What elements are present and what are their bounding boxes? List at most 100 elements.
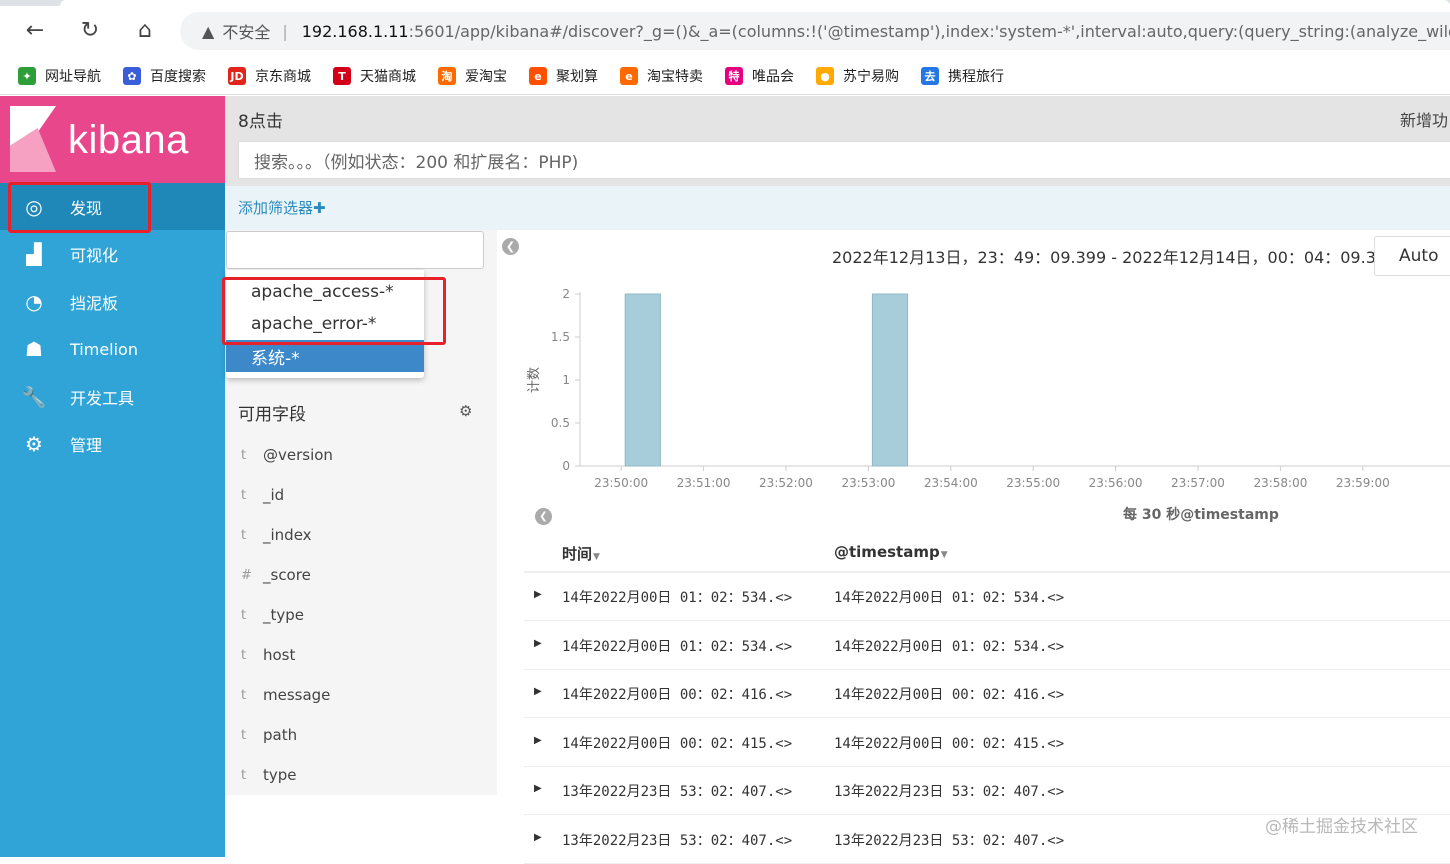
reload-icon[interactable]: ↻ xyxy=(75,15,105,45)
column-header-timestamp[interactable]: @timestamp▼ xyxy=(834,543,948,561)
field-item[interactable]: t _index xyxy=(241,525,312,545)
table-cell: 14年2022月00日 01：02：534.<> xyxy=(834,590,1065,606)
y-axis-label: 计数 xyxy=(527,367,542,393)
expand-caret-icon[interactable]: ▶ xyxy=(534,783,542,794)
field-item[interactable]: t host xyxy=(241,645,295,665)
bookmark-item[interactable]: 特唯品会 xyxy=(725,66,794,86)
taobao-sale-icon: e xyxy=(620,67,638,85)
field-name: _score xyxy=(263,566,311,584)
nav-item[interactable]: ⚙ 管理 xyxy=(0,421,225,468)
x-tick-label: 23:53:00 xyxy=(841,476,895,490)
add-filter-link[interactable]: 添加筛选器✚ xyxy=(238,197,326,218)
watermark: @稀土掘金技术社区 xyxy=(1265,817,1418,837)
field-name: _id xyxy=(263,486,285,504)
doc-table-header: 时间▼ @timestamp▼ xyxy=(524,533,1450,573)
y-tick-label: 2 xyxy=(562,287,570,301)
bookmark-item[interactable]: e 淘宝特卖 xyxy=(620,66,703,86)
table-row[interactable]: ▶ 13年2022月23日 53：02：407.<> 13年2022月23日 53：… xyxy=(524,767,1450,815)
bookmark-label: 网址导航 xyxy=(45,69,101,85)
column-header-time[interactable]: 时间▼ xyxy=(562,543,600,564)
collapse-chart-icon[interactable]: ❮ xyxy=(535,508,552,525)
address-bar[interactable]: ▲ 不安全 | 192.168.1.11:5601/app/kibana#/di… xyxy=(180,12,1450,50)
table-row[interactable]: ▶ 14年2022月00日 00：02：416.<> 14年2022月00日 00：… xyxy=(524,670,1450,718)
collapse-sidebar-icon[interactable]: ❮ xyxy=(502,238,519,255)
baidu-paw-icon: ✿ xyxy=(123,67,141,85)
kibana-logo[interactable]: kibana xyxy=(0,96,225,183)
new-button[interactable]: 新增功 xyxy=(1400,107,1448,131)
expand-caret-icon[interactable]: ▶ xyxy=(534,686,542,697)
field-item[interactable]: t message xyxy=(241,685,330,705)
bookmark-item[interactable]: e 聚划算 xyxy=(529,66,598,86)
x-tick-label: 23:55:00 xyxy=(1006,476,1060,490)
bookmark-item[interactable]: 去携程旅行 xyxy=(921,66,1004,86)
field-name: type xyxy=(263,766,297,784)
dashboard-icon: ◔ xyxy=(25,289,43,314)
back-arrow-icon[interactable]: ← xyxy=(20,15,50,45)
address-separator: | xyxy=(282,21,288,41)
bookmark-item[interactable]: ✦ 网址导航 xyxy=(18,66,101,86)
jd-icon: JD xyxy=(228,67,246,85)
expand-caret-icon[interactable]: ▶ xyxy=(534,832,542,843)
bookmark-item[interactable]: ✿ 百度搜索 xyxy=(123,66,206,86)
bookmark-item[interactable]: 淘爱淘宝 xyxy=(438,66,507,86)
browser-toolbar: ← ↻ ⌂ ▲ 不安全 | 192.168.1.11:5601/app/kiba… xyxy=(0,0,1450,58)
nav-label: Timelion xyxy=(70,339,138,359)
warning-triangle-icon: ▲ xyxy=(202,21,215,41)
histogram-bar xyxy=(624,293,661,467)
field-type-icon: t xyxy=(241,767,247,783)
field-item[interactable]: t _id xyxy=(241,485,284,505)
field-item[interactable]: t type xyxy=(241,765,297,785)
home-icon[interactable]: ⌂ xyxy=(130,15,160,45)
aitaobao-icon: 淘 xyxy=(438,67,456,85)
fields-gear-icon[interactable]: ⚙ xyxy=(459,402,472,420)
field-item[interactable]: t path xyxy=(241,725,297,745)
field-name: @version xyxy=(263,446,333,464)
x-tick-label: 23:56:00 xyxy=(1089,476,1143,490)
field-type-icon: # xyxy=(241,567,252,583)
table-row[interactable]: ▶ 14年2022月00日 01：02：534.<> 14年2022月00日 01：… xyxy=(524,622,1450,670)
field-type-icon: t xyxy=(241,727,247,743)
bookmark-label: 聚划算 xyxy=(556,69,598,85)
gear-icon: ⚙ xyxy=(25,432,43,456)
search-input[interactable]: 搜索。。。（例如状态：200 和扩展名：PHP) xyxy=(238,141,1450,179)
bookmark-label: 携程旅行 xyxy=(948,69,1004,85)
insecure-label: 不安全 xyxy=(222,23,271,42)
table-row[interactable]: ▶ 14年2022月00日 00：02：415.<> 14年2022月00日 00：… xyxy=(524,719,1450,767)
histogram-bar xyxy=(871,293,909,467)
nav-item[interactable]: ◔ 挡泥板 xyxy=(0,278,225,325)
bookmark-label: 淘宝特卖 xyxy=(647,69,703,85)
field-name: message xyxy=(263,686,331,704)
x-tick-label: 23:58:00 xyxy=(1253,476,1307,490)
bookmark-item[interactable]: ● 苏宁易购 xyxy=(816,66,899,86)
nav-item[interactable]: ▟ 可视化 xyxy=(0,231,225,278)
x-tick-label: 23:57:00 xyxy=(1171,476,1225,490)
vipshop-icon: 特 xyxy=(725,67,743,85)
table-row[interactable]: ▶ 14年2022月00日 01：02：534.<> 14年2022月00日 01：… xyxy=(524,573,1450,621)
expand-caret-icon[interactable]: ▶ xyxy=(534,735,542,746)
interval-select[interactable]: Auto xyxy=(1374,236,1450,276)
expand-caret-icon[interactable]: ▶ xyxy=(534,638,542,649)
table-cell: 13年2022月23日 53：02：407.<> xyxy=(562,784,793,800)
table-cell: 14年2022月00日 00：02：415.<> xyxy=(562,735,793,752)
table-cell: 13年2022月23日 53：02：407.<> xyxy=(834,832,1065,849)
bookmark-item[interactable]: JD 京东商城 xyxy=(228,66,311,86)
y-tick-label: 1 xyxy=(562,373,570,387)
expand-caret-icon[interactable]: ▶ xyxy=(534,589,542,600)
field-type-icon: t xyxy=(241,607,247,623)
hao123-icon: ✦ xyxy=(18,67,36,85)
index-pattern-input[interactable] xyxy=(226,231,484,269)
field-item[interactable]: t _type xyxy=(241,605,304,625)
bookmark-item[interactable]: T 天猫商城 xyxy=(333,66,416,86)
nav-item[interactable]: 🔧 开发工具 xyxy=(0,373,225,420)
nav-label: 开发工具 xyxy=(70,388,135,408)
field-item[interactable]: # _score xyxy=(241,565,311,585)
field-item[interactable]: t @version xyxy=(241,445,333,465)
nav-item[interactable]: ☗ Timelion xyxy=(0,326,225,373)
active-tab[interactable] xyxy=(60,0,1450,6)
x-tick-label: 23:54:00 xyxy=(924,476,978,490)
suning-icon: ● xyxy=(816,67,834,85)
search-row: 搜索。。。（例如状态：200 和扩展名：PHP) xyxy=(225,138,1450,186)
table-cell: 14年2022月00日 00：02：416.<> xyxy=(834,687,1065,703)
y-tick-label: 0.5 xyxy=(551,416,570,430)
nav-label: 挡泥板 xyxy=(70,293,119,313)
